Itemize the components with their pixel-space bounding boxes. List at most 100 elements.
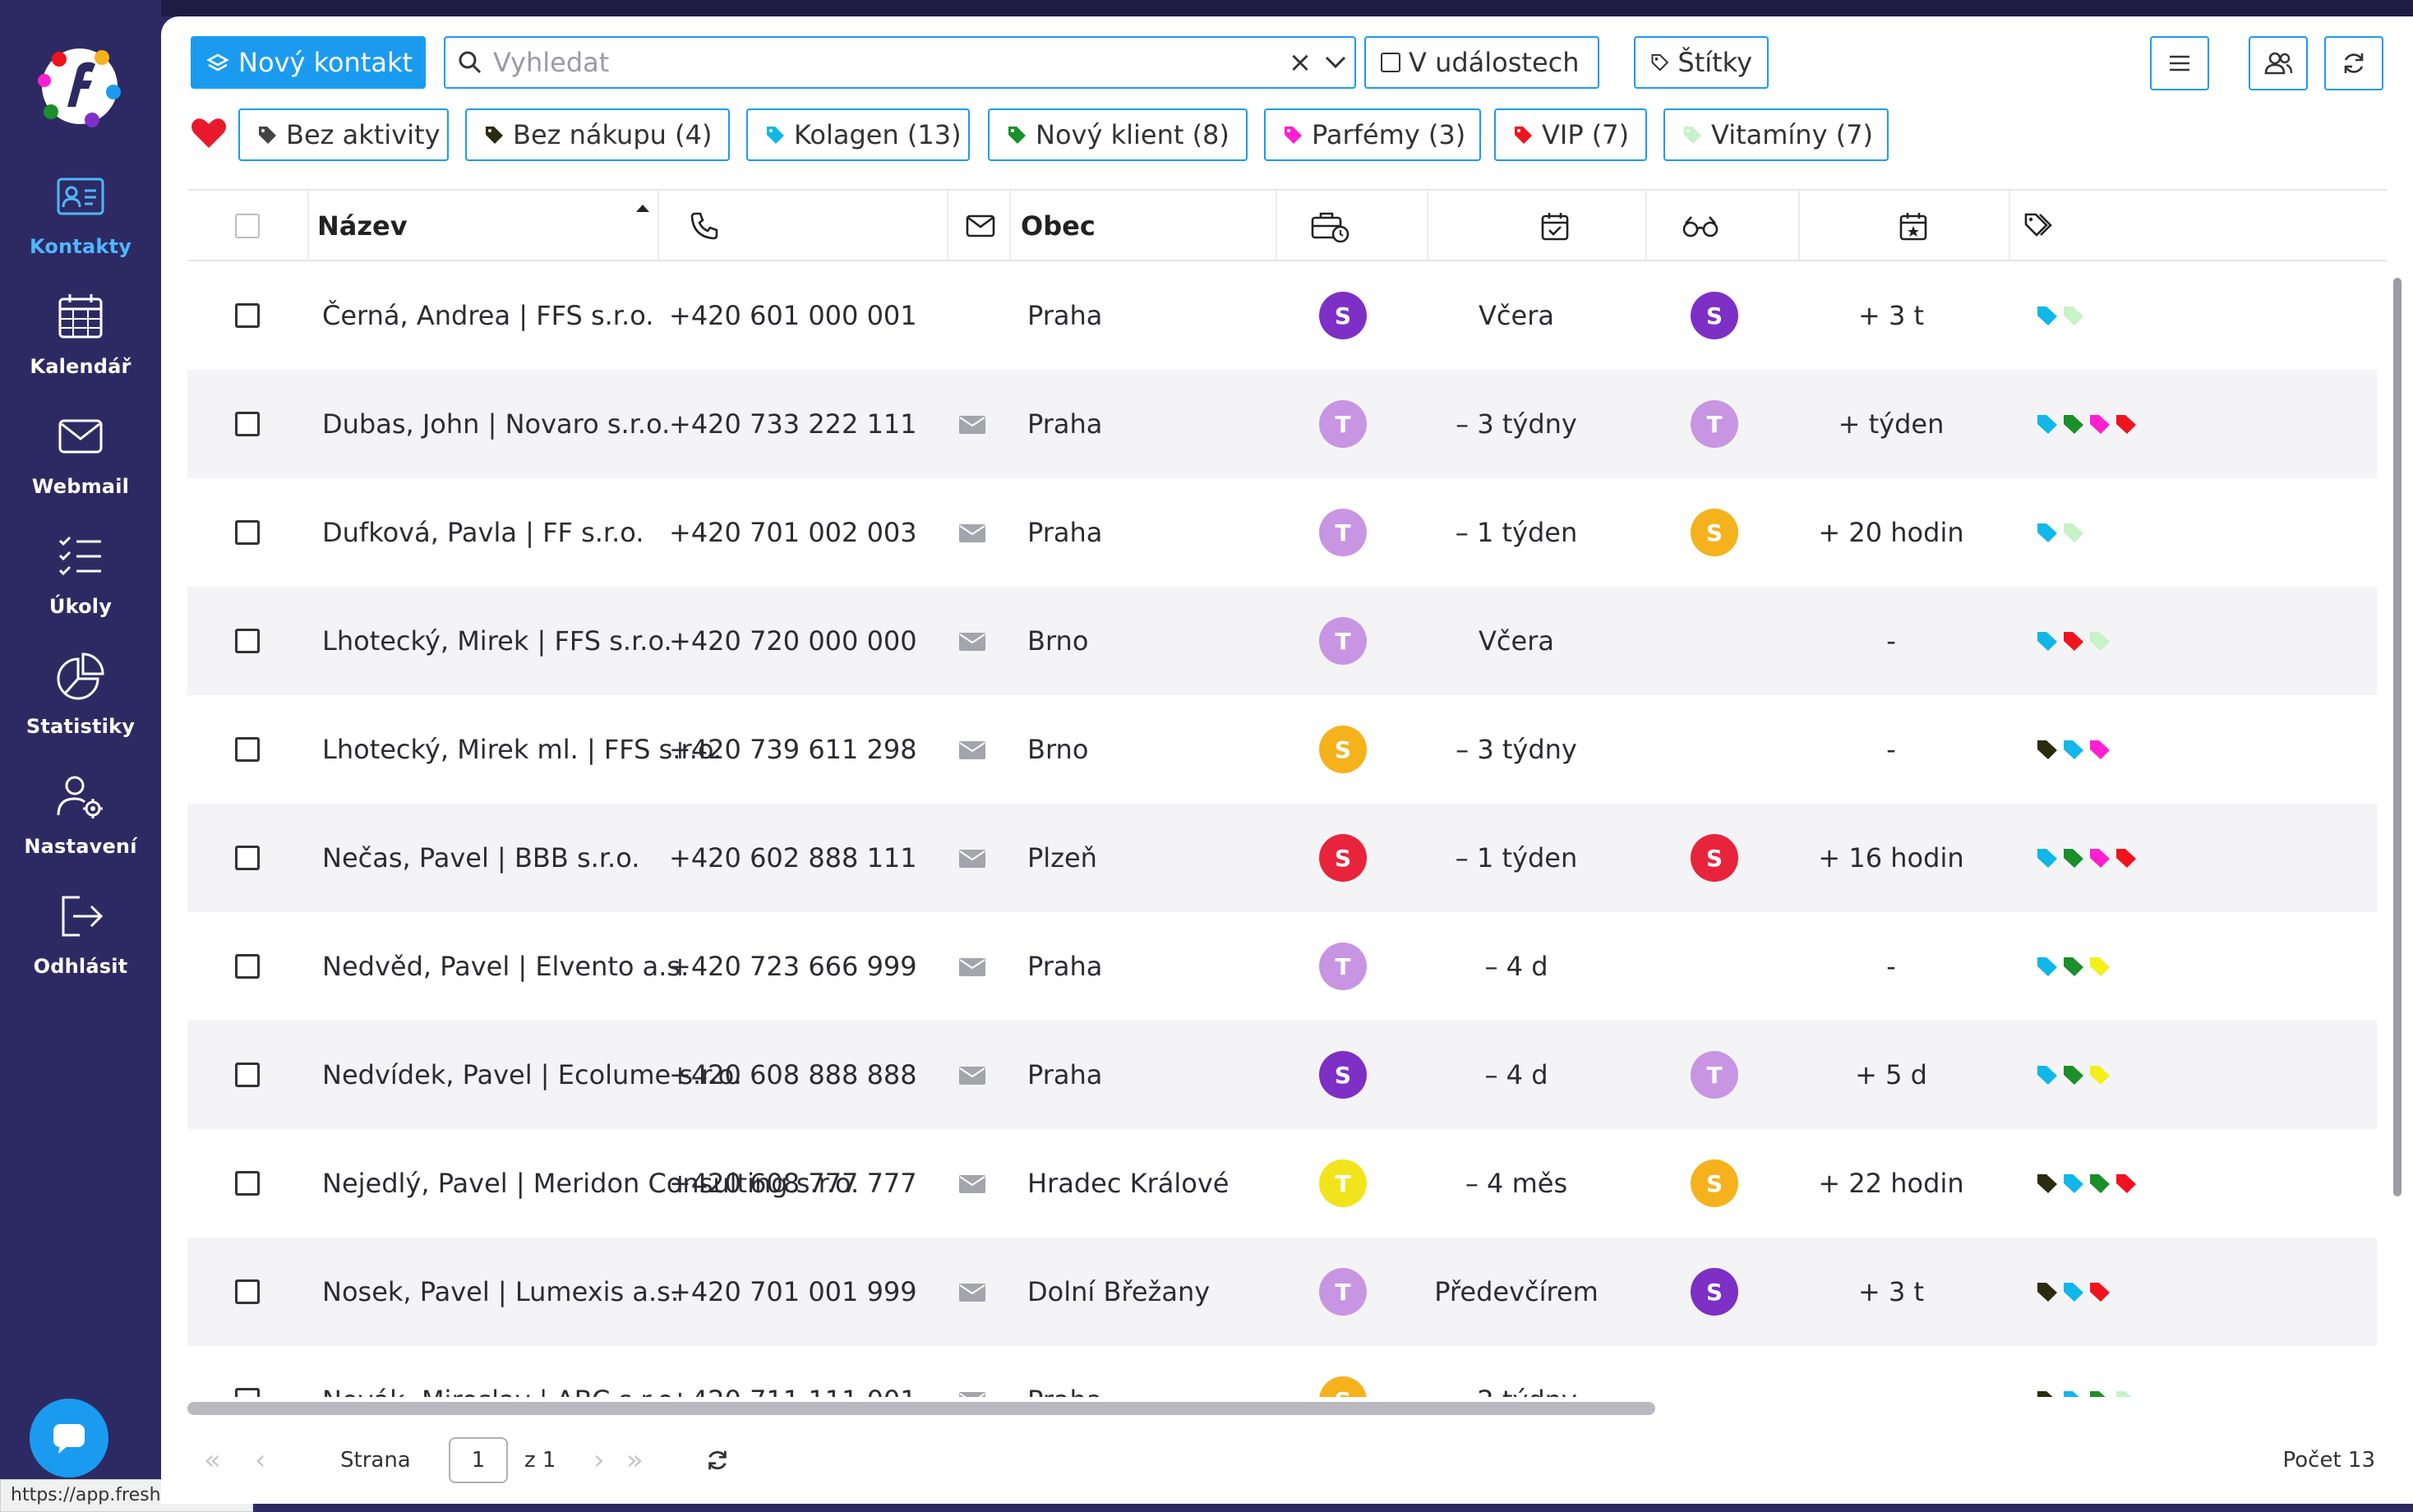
contact-name[interactable]: Nedvěd, Pavel | Elvento a.s. — [322, 912, 689, 1021]
table-row[interactable]: Dufková, Pavla | FF s.r.o. +420 701 002 0… — [187, 478, 2377, 587]
table-row[interactable]: Nosek, Pavel | Lumexis a.s. +420 701 001 … — [187, 1238, 2377, 1346]
contact-phone[interactable]: +420 602 888 111 — [669, 804, 917, 912]
table-row[interactable]: Černá, Andrea | FFS s.r.o. +420 601 000 0… — [187, 261, 2377, 370]
tag-filter-chip[interactable]: Nový klient (8) — [988, 108, 1248, 161]
freshflow-logo-icon[interactable] — [35, 41, 125, 131]
row-checkbox[interactable] — [235, 846, 260, 870]
row-checkbox[interactable] — [235, 303, 260, 328]
table-row[interactable]: Dubas, John | Novaro s.r.o. +420 733 222 … — [187, 370, 2377, 478]
column-phone-header[interactable] — [689, 191, 720, 261]
table-row[interactable]: Lhotecký, Mirek | FFS s.r.o. +420 720 000… — [187, 587, 2377, 695]
tag-filter-chip[interactable]: Bez nákupu (4) — [465, 108, 730, 161]
search-box[interactable]: × — [444, 36, 1356, 89]
contact-name[interactable]: Černá, Andrea | FFS s.r.o. — [322, 261, 653, 370]
in-events-toggle[interactable]: V událostech — [1364, 36, 1599, 89]
contact-phone[interactable]: +420 733 222 111 — [669, 370, 917, 478]
tags-button[interactable]: Štítky — [1634, 36, 1769, 89]
refresh-button[interactable] — [2324, 36, 2383, 90]
row-checkbox[interactable] — [235, 1279, 260, 1304]
select-all-checkbox[interactable] — [235, 214, 260, 238]
tag-filter-chip[interactable]: Kolagen (13) — [746, 108, 970, 161]
row-checkbox[interactable] — [235, 1388, 260, 1397]
envelope-icon[interactable] — [958, 1390, 986, 1397]
contact-name[interactable]: Dufková, Pavla | FF s.r.o. — [322, 478, 644, 587]
envelope-icon[interactable] — [958, 847, 986, 869]
favorites-heart-icon[interactable] — [191, 117, 227, 150]
vertical-scrollbar[interactable] — [2393, 278, 2401, 1196]
owner-avatar-cell: T — [1285, 587, 1400, 695]
row-checkbox[interactable] — [235, 1063, 260, 1087]
row-checkbox[interactable] — [235, 520, 260, 545]
chat-support-button[interactable] — [30, 1399, 108, 1477]
previous-page-icon[interactable]: ‹ — [255, 1444, 266, 1477]
clear-search-icon[interactable]: × — [1284, 46, 1317, 79]
search-dropdown-chevron-icon[interactable] — [1317, 55, 1354, 70]
table-row[interactable]: Lhotecký, Mirek ml. | FFS s.r.o. +420 739… — [187, 695, 2377, 804]
row-checkbox[interactable] — [235, 737, 260, 762]
table-row[interactable]: Novák, Miroslav | ABC s.r.o.+420 711 111… — [187, 1346, 2377, 1397]
column-city-header[interactable]: Obec — [1021, 191, 1096, 261]
contact-name[interactable]: Lhotecký, Mirek | FFS s.r.o. — [322, 587, 672, 695]
envelope-icon[interactable] — [958, 1281, 986, 1302]
sidebar-item-2[interactable]: Webmail — [0, 411, 161, 526]
column-tags-header[interactable] — [2023, 191, 2055, 261]
sidebar-item-5[interactable]: Nastavení — [0, 771, 161, 886]
contact-phone[interactable]: +420 739 611 298 — [669, 695, 917, 804]
column-next-event-header[interactable] — [1899, 191, 1928, 261]
column-next-owner-header[interactable] — [1682, 191, 1719, 261]
contact-name[interactable]: Novák, Miroslav | ABC s.r.o. — [322, 1346, 681, 1397]
contact-phone[interactable]: +420 711 111 001 — [669, 1346, 917, 1397]
contact-name[interactable]: Lhotecký, Mirek ml. | FFS s.r.o. — [322, 695, 722, 804]
table-row[interactable]: Nedvěd, Pavel | Elvento a.s. +420 723 666… — [187, 912, 2377, 1021]
row-checkbox[interactable] — [235, 629, 260, 653]
next-page-icon[interactable]: › — [593, 1444, 605, 1477]
row-checkbox[interactable] — [235, 954, 260, 979]
contact-phone[interactable]: +420 701 001 999 — [669, 1238, 917, 1346]
row-select-cell — [235, 478, 260, 587]
envelope-icon[interactable] — [958, 630, 986, 652]
envelope-icon[interactable] — [958, 739, 986, 760]
sidebar-item-4[interactable]: Statistiky — [0, 651, 161, 766]
row-checkbox[interactable] — [235, 412, 260, 436]
tag-filter-chip[interactable]: Parfémy (3) — [1264, 108, 1481, 161]
contact-phone[interactable]: +420 608 777 777 — [669, 1129, 917, 1238]
envelope-icon[interactable] — [958, 1064, 986, 1086]
horizontal-scrollbar[interactable] — [187, 1402, 1655, 1415]
avatar: S — [1691, 292, 1738, 339]
column-name-header[interactable]: Název — [317, 191, 654, 261]
new-contact-button[interactable]: Nový kontakt — [191, 36, 426, 89]
envelope-icon[interactable] — [958, 1173, 986, 1194]
contact-phone[interactable]: +420 601 000 001 — [669, 261, 917, 370]
sidebar-item-0[interactable]: Kontakty — [0, 171, 161, 286]
sidebar-item-6[interactable]: Odhlásit — [0, 891, 161, 1006]
contact-phone[interactable]: +420 701 002 003 — [669, 478, 917, 587]
sidebar-item-3[interactable]: Úkoly — [0, 531, 161, 646]
contact-name[interactable]: Nečas, Pavel | BBB s.r.o. — [322, 804, 639, 912]
in-events-checkbox[interactable] — [1381, 53, 1400, 72]
tag-filter-chip[interactable]: Vitamíny (7) — [1663, 108, 1889, 161]
contact-phone[interactable]: +420 608 888 888 — [669, 1021, 917, 1129]
table-row[interactable]: Nečas, Pavel | BBB s.r.o. +420 602 888 11… — [187, 804, 2377, 912]
row-checkbox[interactable] — [235, 1171, 260, 1196]
envelope-icon[interactable] — [958, 956, 986, 977]
table-row[interactable]: Nejedlý, Pavel | Meridon Consulting s.r.… — [187, 1129, 2377, 1238]
contact-phone[interactable]: +420 720 000 000 — [669, 587, 917, 695]
tag-filter-chip[interactable]: VIP (7) — [1494, 108, 1647, 161]
table-row[interactable]: Nedvídek, Pavel | Ecolume s.r.o. +420 608… — [187, 1021, 2377, 1129]
contact-name[interactable]: Nosek, Pavel | Lumexis a.s. — [322, 1238, 679, 1346]
envelope-icon[interactable] — [958, 522, 986, 543]
first-page-icon[interactable]: « — [204, 1444, 221, 1477]
last-page-icon[interactable]: » — [626, 1444, 644, 1477]
search-input[interactable] — [483, 39, 1284, 85]
contact-phone[interactable]: +420 723 666 999 — [669, 912, 917, 1021]
envelope-icon[interactable] — [958, 413, 986, 435]
menu-button[interactable] — [2150, 36, 2209, 90]
tag-filter-chip[interactable]: Bez aktivity — [238, 108, 449, 161]
contacts-view-button[interactable] — [2249, 36, 2308, 90]
sidebar-item-1[interactable]: Kalendář — [0, 291, 161, 406]
page-number-input[interactable]: 1 — [449, 1437, 508, 1483]
column-owner-header[interactable] — [1310, 191, 1350, 261]
contact-name[interactable]: Dubas, John | Novaro s.r.o. — [322, 370, 670, 478]
column-last-contact-header[interactable] — [1540, 191, 1570, 261]
reload-page-icon[interactable] — [705, 1448, 730, 1473]
